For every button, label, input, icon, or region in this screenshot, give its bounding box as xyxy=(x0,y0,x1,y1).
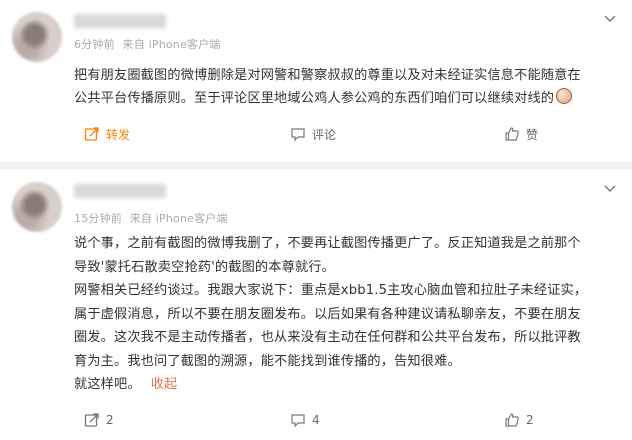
post-time: 15分钟前 xyxy=(74,212,122,225)
comment-line: 属于虚假消息，所以不要在朋友圈发布。以后如果有各种建议请私聊亲友，不要在朋友 xyxy=(74,306,581,322)
comment-actions: 转发 评论 赞 xyxy=(84,122,632,146)
avatar[interactable] xyxy=(12,12,62,62)
forward-label: 转发 xyxy=(106,127,131,142)
post-time: 6分钟前 xyxy=(74,38,115,51)
comment-card-1: 6分钟前 来自 iPhone客户端 把有朋友圈截图的微博删除是对网警和警察叔叔的… xyxy=(0,0,632,162)
comment-text: 把有朋友圈截图的微博删除是对网警和警察叔叔的尊重以及对未经证实信息不能随意在 公… xyxy=(74,64,622,110)
comment-line: 导致'蒙托石散卖空抢药'的截图的本尊就行。 xyxy=(74,259,335,275)
comment-card-2: 15分钟前 来自 iPhone客户端 说个事，之前有截图的微博我删了，不要再让截… xyxy=(0,170,632,440)
forward-icon xyxy=(84,413,99,427)
comment-text: 说个事，之前有截图的微博我删了，不要再让截图传播更广了。反正知道我是之前那个 导… xyxy=(74,232,622,397)
comment-label: 评论 xyxy=(312,127,337,142)
avatar[interactable] xyxy=(12,182,62,232)
username-blurred[interactable] xyxy=(74,14,166,28)
comment-count: 4 xyxy=(312,413,320,427)
comment-line: 圈发。这次我不是主动传播者，也从来没有主动在任何群和公共平台发布，所以批评教 xyxy=(74,330,581,345)
comment-line: 就这样吧。 收起 xyxy=(74,377,178,392)
like-button[interactable]: 赞 xyxy=(504,122,538,146)
comment-meta: 15分钟前 来自 iPhone客户端 xyxy=(74,210,228,226)
emoji-icon xyxy=(556,88,573,104)
forward-count: 2 xyxy=(106,413,114,427)
post-source: 来自 iPhone客户端 xyxy=(122,38,221,51)
separator xyxy=(0,162,632,170)
post-source: 来自 iPhone客户端 xyxy=(129,212,228,225)
comment-line: 网警相关已经约谈过。我跟大家说下：重点是xbb1.5主攻心脑血管和拉肚子未经证实… xyxy=(74,283,588,298)
like-icon xyxy=(505,127,519,141)
forward-button[interactable]: 2 xyxy=(84,408,114,432)
comment-line: 育为主。我也问了截图的溯源，能不能找到谁传播的，告知很难。 xyxy=(74,353,461,369)
more-icon[interactable] xyxy=(602,182,618,198)
comment-line: 把有朋友圈截图的微博删除是对网警和警察叔叔的尊重以及对未经证实信息不能随意在 xyxy=(74,68,581,83)
comment-button[interactable]: 评论 xyxy=(290,122,336,146)
comment-line: 公共平台传播原则。至于评论区里地域公鸡人参公鸡的东西们咱们可以继续对线的 xyxy=(74,87,622,110)
comment-icon xyxy=(291,414,305,428)
comment-actions: 2 4 2 xyxy=(84,408,632,432)
more-icon[interactable] xyxy=(602,12,618,28)
comment-line: 说个事，之前有截图的微博我删了，不要再让截图传播更广了。反正知道我是之前那个 xyxy=(74,236,581,251)
like-button[interactable]: 2 xyxy=(504,408,534,432)
comment-icon xyxy=(291,128,305,142)
like-label: 赞 xyxy=(526,127,539,142)
forward-icon xyxy=(84,127,99,141)
like-icon xyxy=(505,413,519,427)
username-blurred[interactable] xyxy=(74,184,166,198)
collapse-link[interactable]: 收起 xyxy=(151,377,178,392)
forward-button[interactable]: 转发 xyxy=(84,122,130,146)
comment-button[interactable]: 4 xyxy=(290,408,320,432)
like-count: 2 xyxy=(526,413,534,427)
comment-meta: 6分钟前 来自 iPhone客户端 xyxy=(74,36,221,52)
